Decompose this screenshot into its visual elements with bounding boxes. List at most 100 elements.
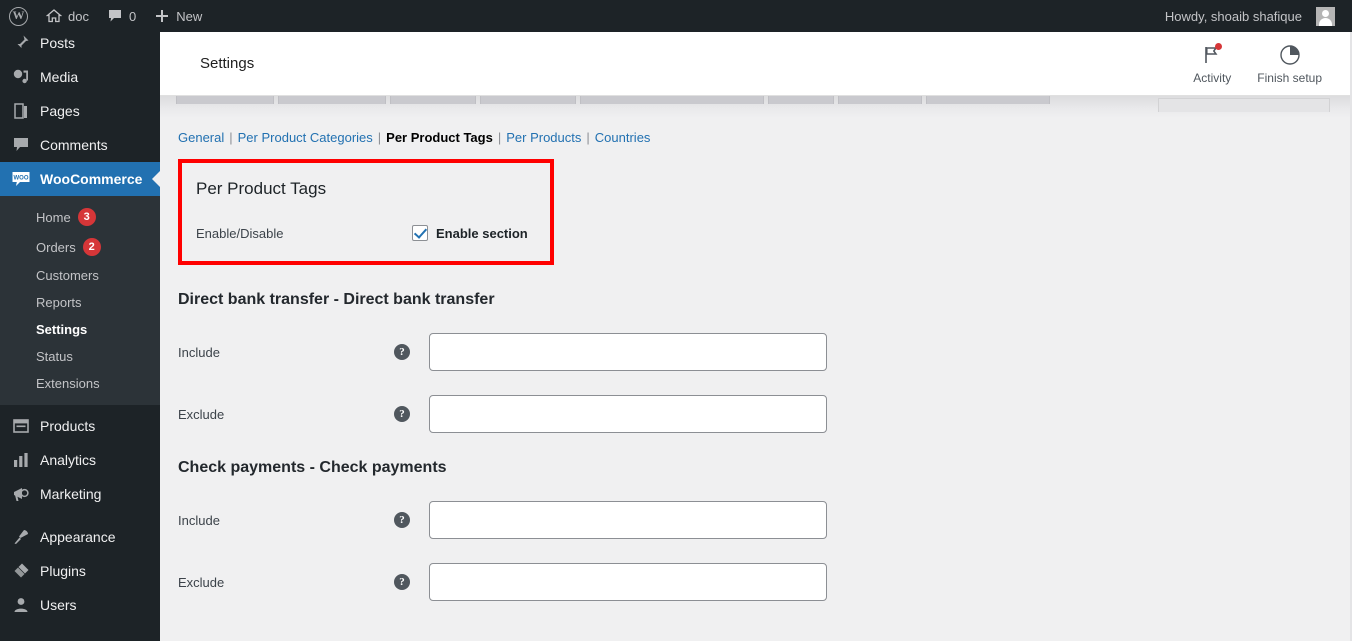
gateway-section-cheque: Check payments - Check payments Include … [178,459,1352,601]
avatar [1316,6,1335,26]
howdy-label: Howdy, shoaib shafique [1164,8,1302,24]
woocommerce-icon: WOO [11,169,31,189]
subnav-link-general[interactable]: General [178,130,224,145]
sidebar-item-label: Media [40,69,79,85]
settings-tab[interactable] [278,96,386,104]
sidebar-item-posts[interactable]: Posts [0,32,160,60]
content-area: Settings Activity Finish setup General |… [160,32,1352,641]
subnav-separator: | [497,130,502,145]
sidebar-item-label: Products [40,418,96,434]
new-content-menu[interactable]: New [145,0,211,32]
submenu-item-status[interactable]: Status [0,343,160,370]
settings-tab[interactable] [926,96,1050,104]
admin-bar: doc 0 New Howdy, shoaib shafique [0,0,1352,32]
home-icon [46,8,62,24]
enable-section-checkbox[interactable] [412,225,428,241]
notification-dot [1215,42,1223,50]
sidebar-item-analytics[interactable]: Analytics [0,443,160,477]
include-input[interactable] [429,333,827,371]
gateway-title: Check payments - Check payments [178,459,447,476]
submenu-item-extensions[interactable]: Extensions [0,370,160,397]
submenu-item-label: Orders [36,239,76,255]
sidebar-item-appearance[interactable]: Appearance [0,520,160,554]
submenu-item-reports[interactable]: Reports [0,289,160,316]
site-name-label: doc [68,8,89,24]
admin-bar-left: doc 0 New [0,0,211,32]
submenu-item-customers[interactable]: Customers [0,262,160,289]
sidebar-item-users[interactable]: Users [0,588,160,622]
sidebar-item-label: Plugins [40,563,86,579]
wp-logo-menu[interactable] [0,0,37,32]
include-label: Include [178,344,220,360]
include-input[interactable] [429,501,827,539]
woocommerce-header: Settings Activity Finish setup [160,32,1352,96]
plus-icon [154,8,170,24]
exclude-input[interactable] [429,395,827,433]
orders-badge: 2 [82,238,101,256]
exclude-input[interactable] [429,563,827,601]
products-icon [11,416,31,436]
settings-tab[interactable] [580,96,764,104]
pages-icon [11,101,31,121]
sidebar-item-woocommerce[interactable]: WOO WooCommerce [0,162,160,196]
sidebar-item-media[interactable]: Media [0,60,160,94]
pin-icon [11,33,31,53]
enable-disable-row: Enable/Disable Enable section [196,225,536,241]
progress-circle-icon [1278,43,1302,67]
settings-tab-overflow[interactable] [1158,98,1330,112]
submenu-item-orders[interactable]: Orders 2 [0,232,160,262]
include-row: Include ? [178,333,1352,371]
settings-tab[interactable] [838,96,922,104]
sidebar-separator [0,511,160,520]
activity-label: Activity [1193,70,1232,85]
finish-setup-label: Finish setup [1257,70,1322,85]
sidebar-item-products[interactable]: Products [0,409,160,443]
sidebar-item-pages[interactable]: Pages [0,94,160,128]
subnav-link-per-product-tags[interactable]: Per Product Tags [386,130,493,145]
my-account-menu[interactable]: Howdy, shoaib shafique [1156,0,1344,32]
help-icon[interactable]: ? [394,512,410,528]
sidebar-item-marketing[interactable]: Marketing [0,477,160,511]
subnav-link-countries[interactable]: Countries [595,130,651,145]
exclude-label: Exclude [178,406,225,422]
submenu-item-label: Customers [36,268,99,283]
section-title: Per Product Tags [196,179,327,198]
subnav-link-per-product-categories[interactable]: Per Product Categories [238,130,373,145]
exclude-row: Exclude ? [178,395,1352,433]
submenu-item-home[interactable]: Home 3 [0,202,160,232]
help-icon[interactable]: ? [394,406,410,422]
users-icon [11,595,31,615]
header-actions: Activity Finish setup [1193,42,1352,85]
submenu-item-settings[interactable]: Settings [0,316,160,343]
settings-tab[interactable] [390,96,476,104]
media-icon [11,67,31,87]
site-name-menu[interactable]: doc [37,0,98,32]
gateway-section-bacs: Direct bank transfer - Direct bank trans… [178,291,1352,433]
finish-setup-button[interactable]: Finish setup [1257,43,1322,85]
sidebar-item-comments[interactable]: Comments [0,128,160,162]
settings-tabs [176,96,1050,104]
submenu-item-label: Home [36,209,71,225]
enable-section-control[interactable]: Enable section [412,225,528,241]
settings-tab[interactable] [176,96,274,104]
help-icon[interactable]: ? [394,574,410,590]
settings-tab[interactable] [768,96,834,104]
flag-icon [1200,42,1224,67]
settings-subnav: General | Per Product Categories | Per P… [178,118,1352,155]
admin-sidebar: Posts Media Pages Comments WOO WooCommer… [0,32,160,641]
subnav-separator: | [377,130,382,145]
help-icon[interactable]: ? [394,344,410,360]
activity-button[interactable]: Activity [1193,42,1232,85]
sidebar-item-label: Analytics [40,452,97,468]
settings-tab[interactable] [480,96,576,104]
comments-icon [11,135,31,155]
comments-count: 0 [128,8,137,24]
sidebar-item-label: Appearance [40,529,116,545]
comments-menu[interactable]: 0 [98,0,145,32]
sidebar-item-plugins[interactable]: Plugins [0,554,160,588]
gateway-title: Direct bank transfer - Direct bank trans… [178,291,495,308]
wordpress-logo-icon [9,6,28,26]
submenu-item-label: Settings [36,322,88,337]
subnav-link-per-products[interactable]: Per Products [506,130,581,145]
new-label: New [176,8,203,24]
